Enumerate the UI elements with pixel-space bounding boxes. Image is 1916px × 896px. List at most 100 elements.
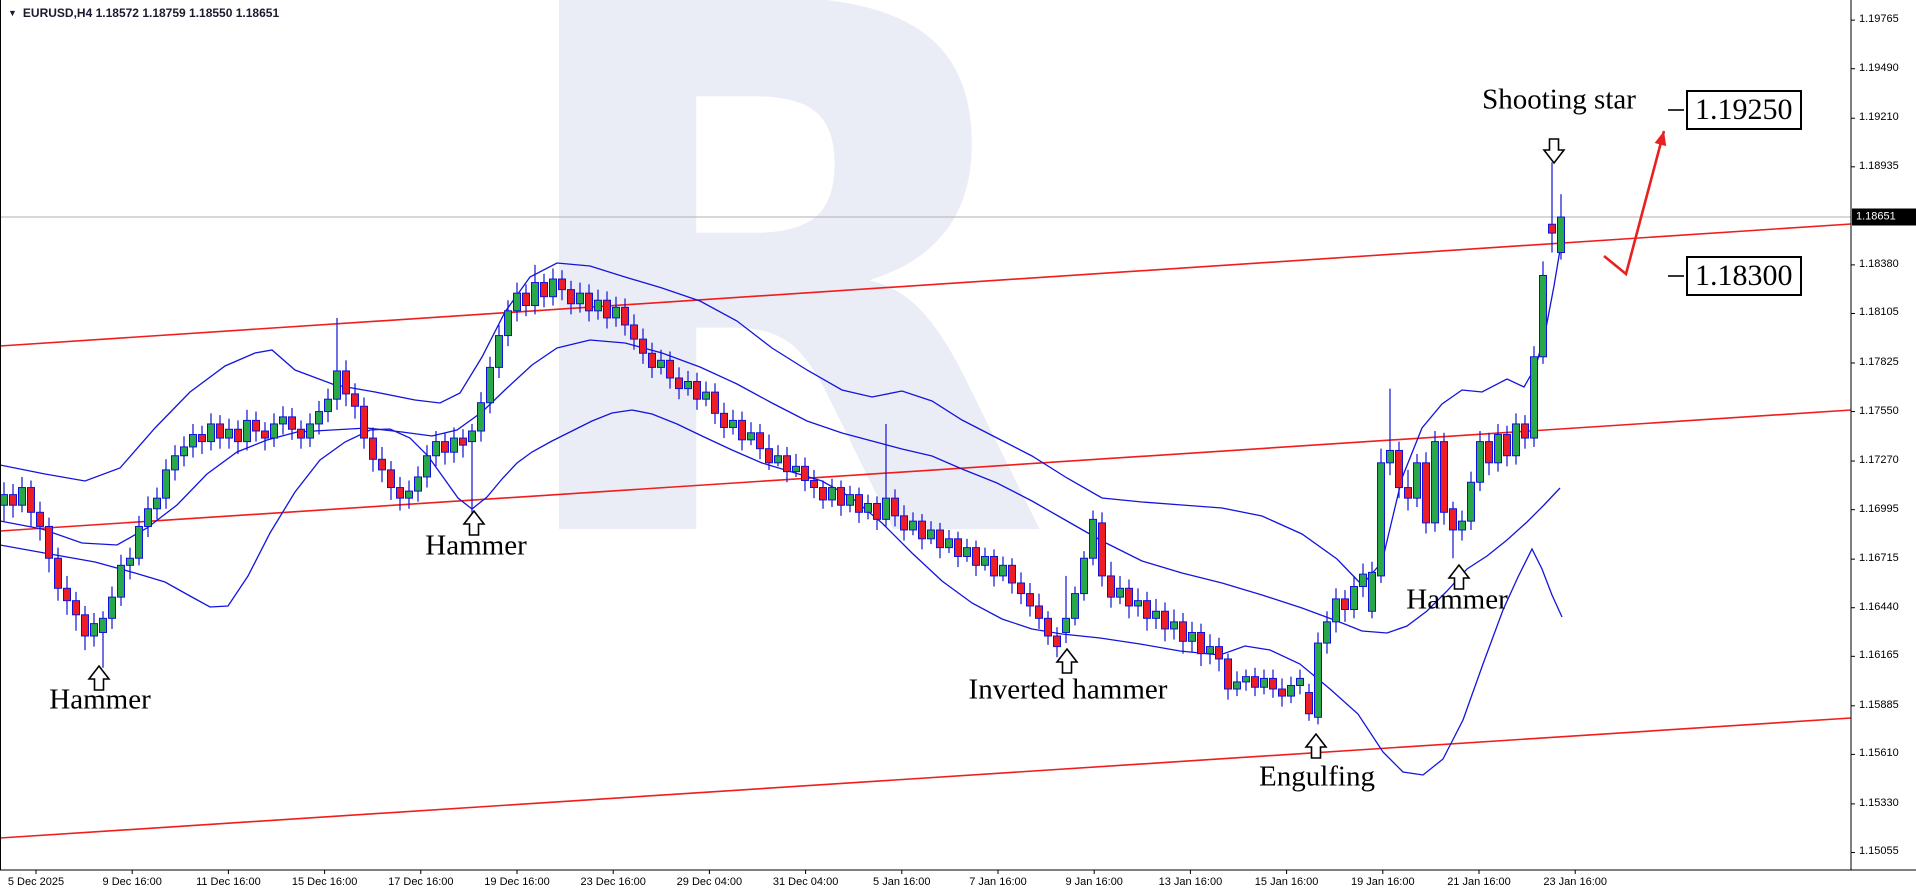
candle-bear — [766, 449, 773, 463]
price-axis-label: 1.15055 — [1859, 845, 1899, 857]
candle-bull — [334, 371, 341, 399]
annotation-label-hammer-2[interactable]: Hammer — [425, 530, 526, 563]
candle-bear — [343, 371, 350, 394]
annotation-label-hammer-3[interactable]: Hammer — [1406, 584, 1507, 617]
candle-bear — [37, 512, 44, 526]
candle-bull — [1459, 521, 1466, 530]
time-axis-label: 31 Dec 04:00 — [773, 876, 838, 888]
candle-bear — [1162, 611, 1169, 629]
candle-bull — [532, 283, 539, 306]
candle-bull — [190, 435, 197, 447]
time-axis-label: 9 Jan 16:00 — [1065, 876, 1123, 888]
candle-bear — [46, 526, 53, 558]
price-scale-area[interactable] — [1852, 0, 1916, 870]
annotation-label-engulfing[interactable]: Engulfing — [1259, 761, 1375, 794]
chart-window: R ▼ EURUSD,H4 1.18572 1.18759 1.18550 1.… — [0, 0, 1916, 896]
time-axis-label: 19 Dec 16:00 — [484, 876, 549, 888]
candle-bear — [694, 382, 701, 400]
candle-bull — [1207, 647, 1214, 654]
candle-bear — [919, 521, 926, 539]
lower-channel-line[interactable] — [0, 718, 1851, 838]
candle-bull — [19, 488, 26, 506]
candle-bull — [883, 498, 890, 519]
price-target-box-1.19250[interactable]: 1.19250 — [1686, 90, 1802, 130]
price-axis-label: 1.15885 — [1859, 699, 1899, 711]
candle-bull — [793, 466, 800, 471]
time-axis-label: 5 Jan 16:00 — [873, 876, 931, 888]
arrow-down-icon-shooting-star[interactable] — [1544, 139, 1564, 163]
candle-bull — [487, 367, 494, 402]
arrow-up-icon-inverted-hammer[interactable] — [1057, 649, 1077, 673]
candle-bull — [181, 447, 188, 456]
annotation-label-shooting-star[interactable]: Shooting star — [1482, 84, 1636, 117]
candle-bull — [1315, 643, 1322, 717]
price-axis-label: 1.17550 — [1859, 405, 1899, 417]
annotation-label-inverted-hammer[interactable]: Inverted hammer — [969, 674, 1168, 707]
candle-bull — [208, 424, 215, 442]
candle-bear — [820, 488, 827, 500]
candle-bear — [640, 339, 647, 353]
chart-canvas[interactable] — [0, 0, 1916, 896]
candle-bear — [1306, 693, 1313, 714]
candle-bull — [946, 539, 953, 548]
candle-bull — [703, 392, 710, 399]
candle-bull — [226, 429, 233, 438]
price-axis-label: 1.19210 — [1859, 111, 1899, 123]
candle-bear — [901, 516, 908, 530]
candle-bull — [1360, 574, 1367, 586]
candle-bull — [424, 456, 431, 477]
candle-bull — [433, 442, 440, 456]
candle-bull — [847, 495, 854, 506]
candle-bear — [991, 556, 998, 575]
price-axis-label: 1.17270 — [1859, 454, 1899, 466]
candle-bull — [1369, 572, 1376, 611]
candle-bull — [136, 526, 143, 558]
candle-bear — [1225, 659, 1232, 689]
price-target-box-1.18300[interactable]: 1.18300 — [1686, 256, 1802, 296]
candle-bear — [1441, 442, 1448, 513]
candle-bull — [118, 565, 125, 597]
candle-bull — [478, 403, 485, 431]
candle-bull — [685, 382, 692, 389]
time-scale-area[interactable] — [0, 871, 1916, 896]
candle-bull — [244, 420, 251, 441]
candle-bear — [559, 279, 566, 290]
candle-bear — [28, 488, 35, 513]
candle-bear — [784, 456, 791, 472]
candle-bull — [658, 360, 665, 367]
upper-channel-line[interactable] — [0, 224, 1851, 346]
time-axis-label: 11 Dec 16:00 — [196, 876, 261, 888]
arrow-up-icon-engulfing[interactable] — [1306, 734, 1326, 758]
candle-bull — [1414, 463, 1421, 498]
candle-bear — [55, 558, 62, 588]
candle-bear — [64, 588, 71, 600]
candle-bear — [955, 539, 962, 557]
candle-bear — [352, 394, 359, 406]
candle-bull — [1513, 424, 1520, 456]
candle-bear — [73, 601, 80, 615]
candle-bear — [298, 429, 305, 438]
forecast-arrow[interactable] — [1604, 131, 1664, 274]
candle-bear — [370, 438, 377, 459]
candle-bear — [1126, 588, 1133, 606]
chevron-down-icon[interactable]: ▼ — [8, 8, 17, 18]
candle-bear — [1180, 622, 1187, 641]
price-axis-label: 1.18935 — [1859, 160, 1899, 172]
candle-bull — [1090, 519, 1097, 558]
candle-bear — [379, 459, 386, 470]
candle-bear — [1018, 583, 1025, 594]
candle-bear — [1504, 435, 1511, 456]
candle-bear — [523, 293, 530, 305]
time-axis-label: 5 Dec 2025 — [8, 876, 64, 888]
candle-bear — [82, 615, 89, 636]
candle-bear — [1423, 463, 1430, 523]
candle-bull — [1000, 565, 1007, 576]
candle-bear — [1549, 224, 1556, 233]
candle-bear — [397, 488, 404, 499]
candle-bull — [316, 412, 323, 424]
candle-bull — [730, 420, 737, 427]
price-axis-label: 1.17825 — [1859, 356, 1899, 368]
time-axis-label: 13 Jan 16:00 — [1159, 876, 1223, 888]
candle-bear — [1198, 632, 1205, 653]
annotation-label-hammer-1[interactable]: Hammer — [49, 684, 150, 717]
